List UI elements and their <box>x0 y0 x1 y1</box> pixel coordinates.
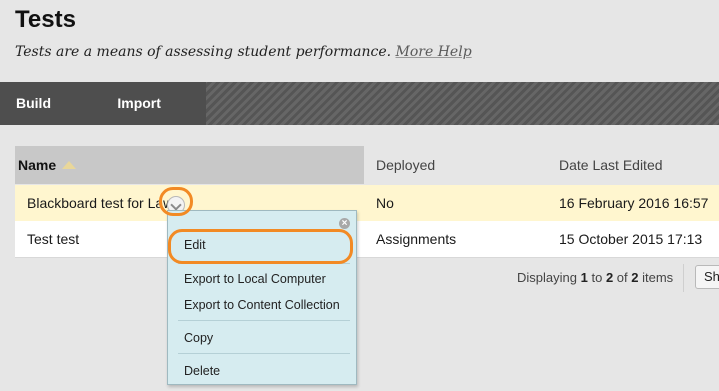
sort-ascending-icon <box>62 161 77 170</box>
column-header-date-last-edited[interactable]: Date Last Edited <box>559 146 663 184</box>
column-name-label: Name <box>18 157 57 173</box>
paging-from: 1 <box>580 270 588 285</box>
page-header: Tests Tests are a means of assessing stu… <box>0 0 719 82</box>
close-icon[interactable]: × <box>339 218 350 229</box>
menu-divider <box>178 320 350 321</box>
menu-item-export-local[interactable]: Export to Local Computer <box>184 272 326 286</box>
deployed-cell: Assignments <box>376 231 457 247</box>
menu-divider <box>178 353 350 354</box>
paging-prefix: Displaying <box>517 270 577 285</box>
menu-item-export-content-collection[interactable]: Export to Content Collection <box>184 298 340 312</box>
table-header: Name Deployed Date Last Edited <box>15 146 719 184</box>
test-name-link[interactable]: Blackboard test for Law <box>27 185 173 221</box>
paging-of-word: of <box>616 270 628 285</box>
paging-total: 2 <box>631 270 639 285</box>
build-test-button[interactable]: Build Test <box>0 82 96 154</box>
paging-to-word: to <box>591 270 603 285</box>
paging-info: Displaying 1 to 2 of 2 items <box>517 270 673 285</box>
menu-item-delete[interactable]: Delete <box>184 364 220 378</box>
date-edited-cell: 15 October 2015 17:13 <box>559 231 703 247</box>
deployed-cell: No <box>376 195 394 211</box>
date-edited-cell: 16 February 2016 16:57 <box>559 195 709 211</box>
action-bar-buttons: Build Test Import Test <box>0 82 206 154</box>
action-bar: Build Test Import Test <box>0 82 719 154</box>
paging-suffix: items <box>642 270 674 285</box>
paging-to: 2 <box>605 270 614 285</box>
menu-item-copy[interactable]: Copy <box>184 331 213 345</box>
column-header-name[interactable]: Name <box>15 146 364 184</box>
highlight-annotation-edit <box>168 229 353 264</box>
import-test-button[interactable]: Import Test <box>96 82 206 154</box>
show-all-button[interactable]: Sh <box>695 265 719 289</box>
page-description: Tests are a means of assessing student p… <box>15 44 472 60</box>
test-name-link[interactable]: Test test <box>27 221 79 257</box>
page-title: Tests <box>15 6 76 33</box>
paging-divider <box>683 264 684 292</box>
more-help-link[interactable]: More Help <box>396 44 472 60</box>
column-header-deployed[interactable]: Deployed <box>376 146 435 184</box>
table-row[interactable]: Test test Assignments 15 October 2015 17… <box>15 221 719 258</box>
table-row[interactable]: Blackboard test for Law No 16 February 2… <box>15 185 719 221</box>
highlight-annotation-trigger <box>159 187 193 216</box>
description-text: Tests are a means of assessing student p… <box>15 44 392 60</box>
